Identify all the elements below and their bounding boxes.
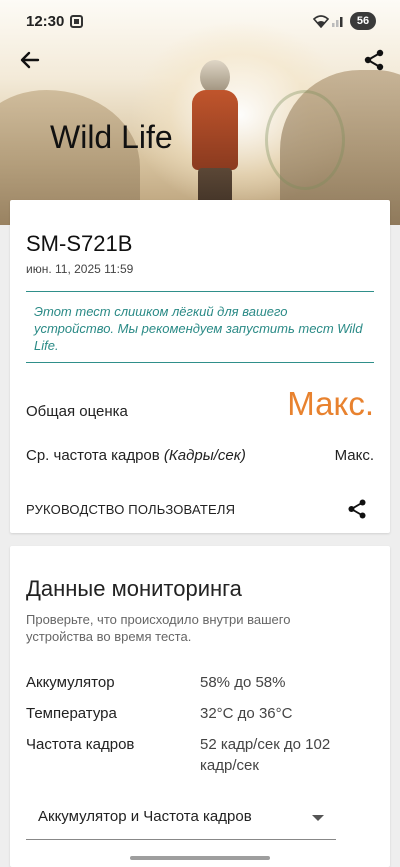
monitoring-description: Проверьте, что происходило внутри вашего… bbox=[26, 612, 291, 644]
hero-character-body bbox=[192, 90, 238, 170]
home-indicator[interactable] bbox=[130, 856, 270, 860]
temperature-value: 32°C до 36°C bbox=[200, 705, 293, 722]
monitoring-card: Данные мониторинга Проверьте, что происх… bbox=[10, 546, 390, 867]
select-value: Аккумулятор и Частота кадров bbox=[38, 808, 252, 825]
battery-level-badge: 56 bbox=[350, 12, 376, 30]
arrow-left-icon bbox=[20, 51, 40, 69]
device-name: SM-S721B bbox=[26, 231, 133, 256]
back-button[interactable] bbox=[16, 46, 44, 74]
hero-vine bbox=[265, 90, 345, 190]
hero-character-illustration bbox=[170, 50, 345, 220]
share-icon bbox=[348, 499, 366, 519]
share-button[interactable] bbox=[360, 46, 388, 74]
notice-banner: Этот тест слишком лёгкий для вашего устр… bbox=[26, 291, 374, 363]
avg-fps-label-text: Ср. частота кадров bbox=[26, 447, 160, 464]
test-date: июн. 11, 2025 11:59 bbox=[26, 262, 134, 276]
battery-value: 58% до 58% bbox=[200, 674, 286, 691]
avg-fps-label: Ср. частота кадров (Кадры/сек) bbox=[26, 447, 246, 464]
overall-score-value: Макс. bbox=[287, 385, 374, 422]
share-result-button[interactable] bbox=[344, 496, 370, 522]
battery-label: Аккумулятор bbox=[26, 674, 115, 691]
page-title: Wild Life bbox=[50, 119, 173, 155]
share-icon bbox=[364, 49, 384, 71]
chevron-down-icon bbox=[312, 815, 324, 821]
monitoring-title: Данные мониторинга bbox=[26, 576, 242, 601]
framerate-value: 52 кадр/сек до 102 кадр/сек bbox=[200, 736, 331, 774]
status-time: 12:30 bbox=[26, 13, 65, 30]
user-guide-link[interactable]: РУКОВОДСТВО ПОЛЬЗОВАТЕЛЯ bbox=[26, 502, 235, 517]
result-card: SM-S721B июн. 11, 2025 11:59 Этот тест с… bbox=[10, 200, 390, 533]
signal-icon bbox=[332, 17, 343, 27]
overall-score-label: Общая оценка bbox=[26, 403, 128, 420]
framerate-label: Частота кадров bbox=[26, 736, 135, 753]
screen-record-icon bbox=[70, 15, 83, 28]
avg-fps-value: Макс. bbox=[334, 447, 374, 464]
temperature-label: Температура bbox=[26, 705, 117, 722]
avg-fps-unit: (Кадры/сек) bbox=[163, 447, 246, 464]
hero-character-head bbox=[200, 60, 230, 94]
notice-text: Этот тест слишком лёгкий для вашего устр… bbox=[34, 304, 363, 353]
status-bar: 12:30 56 bbox=[0, 0, 400, 44]
chart-metric-select[interactable]: Аккумулятор и Частота кадров bbox=[26, 798, 336, 840]
wifi-icon bbox=[313, 15, 329, 28]
